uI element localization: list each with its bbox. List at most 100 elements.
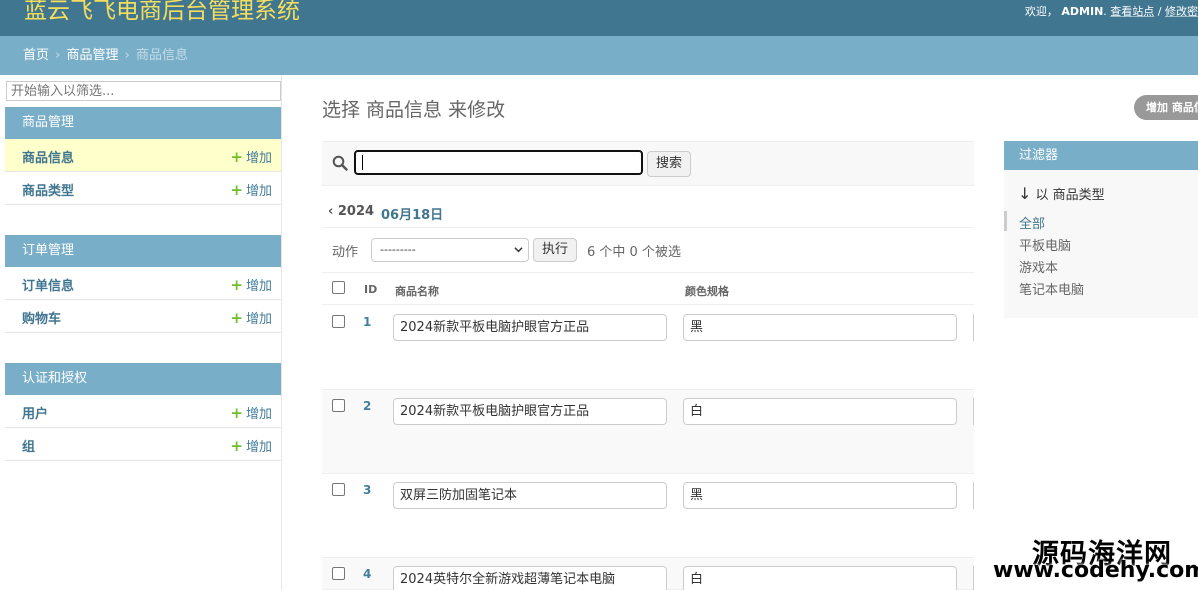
watermark-url: www.codehy.com xyxy=(993,558,1198,583)
date-hierarchy: ‹ 2024 06月18日 xyxy=(322,186,974,228)
module-order: 订单管理 订单信息 + 增加 购物车 + 增加 xyxy=(5,235,281,333)
model-link[interactable]: 用户 xyxy=(22,403,48,422)
product-name-field[interactable]: 双屏三防加固笔记本 xyxy=(393,482,667,509)
filter-option-gaming[interactable]: 游戏本 xyxy=(1019,257,1058,276)
column-color[interactable]: 颜色规格 xyxy=(685,283,729,299)
product-name-field[interactable]: 2024新款平板电脑护眼官方正品 xyxy=(393,398,667,425)
breadcrumb-app[interactable]: 商品管理 xyxy=(67,48,119,63)
model-link[interactable]: 订单信息 xyxy=(22,275,74,294)
filter-title: 过滤器 xyxy=(1004,141,1198,170)
add-link[interactable]: + 增加 xyxy=(230,403,272,422)
user-tools: 欢迎， ADMIN. 查看站点 / 修改密 xyxy=(1024,5,1198,18)
filter-option-tablet[interactable]: 平板电脑 xyxy=(1019,235,1071,254)
filter-panel: 过滤器 ↓ 以 商品类型 全部 平板电脑 游戏本 笔记本电脑 xyxy=(1004,141,1198,318)
row-checkbox[interactable] xyxy=(332,315,345,328)
row-checkbox[interactable] xyxy=(332,483,345,496)
date-back-link[interactable]: ‹ 2024 xyxy=(328,204,374,219)
action-select-value: --------- xyxy=(380,243,416,256)
plus-icon: + xyxy=(230,148,243,166)
sidebar-item-groups: 组 + 增加 xyxy=(5,428,281,461)
color-spec-field[interactable]: 白 xyxy=(683,566,957,590)
module-auth: 认证和授权 用户 + 增加 组 + 增加 xyxy=(5,363,281,461)
color-spec-field[interactable]: 白 xyxy=(683,398,957,425)
action-label: 动作 xyxy=(332,245,359,260)
product-name-field[interactable]: 2024新款平板电脑护眼官方正品 xyxy=(393,314,667,341)
breadcrumb-separator: › xyxy=(55,48,61,63)
add-product-button[interactable]: 增加 商品信息 xyxy=(1134,95,1198,120)
module-caption[interactable]: 商品管理 xyxy=(5,107,281,139)
table-row: 1 2024新款平板电脑护眼官方正品 黑 xyxy=(322,306,974,390)
breadcrumb-current: 商品信息 xyxy=(136,48,189,63)
header: 蓝云飞飞电商后台管理系统 欢迎， ADMIN. 查看站点 / 修改密 xyxy=(0,0,1198,36)
next-field-edge xyxy=(973,314,974,341)
search-input[interactable] xyxy=(354,150,643,175)
search-toolbar: 搜索 xyxy=(322,141,974,186)
sidebar-item-cart: 购物车 + 增加 xyxy=(5,300,281,333)
go-button[interactable]: 执行 xyxy=(533,238,577,262)
table-row: 3 双屏三防加固笔记本 黑 xyxy=(322,474,974,558)
filter-selected-marker xyxy=(1004,211,1007,231)
next-field-edge xyxy=(973,482,974,509)
row-id-link[interactable]: 3 xyxy=(363,483,371,497)
add-link[interactable]: + 增加 xyxy=(230,147,272,166)
module-caption[interactable]: 认证和授权 xyxy=(5,363,281,395)
welcome-text: 欢迎， xyxy=(1024,5,1058,18)
search-button[interactable]: 搜索 xyxy=(647,151,691,177)
nav-filter-input[interactable] xyxy=(6,81,281,101)
color-spec-field[interactable]: 黑 xyxy=(683,482,957,509)
row-id-link[interactable]: 4 xyxy=(363,567,371,581)
table-row: 4 2024英特尔全新游戏超薄笔记本电脑 白 xyxy=(322,558,974,590)
sidebar-item-product-info: 商品信息 + 增加 xyxy=(5,139,281,172)
breadcrumb-separator: › xyxy=(124,48,130,63)
column-id[interactable]: ID xyxy=(364,283,377,296)
plus-icon: + xyxy=(230,404,243,422)
table-header: ID 商品名称 颜色规格 xyxy=(322,273,974,305)
username: ADMIN xyxy=(1061,5,1104,18)
add-link[interactable]: + 增加 xyxy=(230,180,272,199)
module-caption[interactable]: 订单管理 xyxy=(5,235,281,267)
module-product: 商品管理 商品信息 + 增加 商品类型 + 增加 xyxy=(5,107,281,205)
action-counter: 6 个中 0 个被选 xyxy=(587,245,681,260)
sidebar-item-users: 用户 + 增加 xyxy=(5,395,281,428)
sidebar-item-order-info: 订单信息 + 增加 xyxy=(5,267,281,300)
site-title[interactable]: 蓝云飞飞电商后台管理系统 xyxy=(24,0,300,25)
model-link[interactable]: 购物车 xyxy=(22,308,61,327)
main-content: 选择 商品信息 来修改 搜索 ‹ 2024 06月18日 动作 --------… xyxy=(322,75,974,590)
page-title: 选择 商品信息 来修改 xyxy=(322,99,506,121)
filter-heading: ↓ 以 商品类型 xyxy=(1018,184,1105,203)
row-checkbox[interactable] xyxy=(332,399,345,412)
breadcrumb: 首页 › 商品管理 › 商品信息 xyxy=(0,36,1198,75)
sidebar-item-product-type: 商品类型 + 增加 xyxy=(5,172,281,205)
action-select[interactable]: --------- xyxy=(371,238,529,262)
color-spec-field[interactable]: 黑 xyxy=(683,314,957,341)
view-site-link[interactable]: 查看站点 xyxy=(1110,5,1154,18)
row-checkbox[interactable] xyxy=(332,567,345,580)
actions-bar: 动作 --------- 执行 6 个中 0 个被选 xyxy=(322,228,974,273)
change-password-link[interactable]: 修改密 xyxy=(1165,5,1198,18)
plus-icon: + xyxy=(230,181,243,199)
product-name-field[interactable]: 2024英特尔全新游戏超薄笔记本电脑 xyxy=(393,566,667,590)
add-link[interactable]: + 增加 xyxy=(230,436,272,455)
chevron-down-icon xyxy=(514,247,523,253)
select-all-checkbox[interactable] xyxy=(332,281,345,294)
model-link[interactable]: 组 xyxy=(22,436,35,455)
filter-option-all[interactable]: 全部 xyxy=(1019,213,1045,232)
add-link[interactable]: + 增加 xyxy=(230,275,272,294)
row-id-link[interactable]: 2 xyxy=(363,399,371,413)
search-icon xyxy=(332,155,348,171)
model-link[interactable]: 商品信息 xyxy=(22,147,74,166)
column-name[interactable]: 商品名称 xyxy=(395,283,439,299)
plus-icon: + xyxy=(230,309,243,327)
user-tools-separator: / xyxy=(1157,5,1162,18)
arrow-down-icon: ↓ xyxy=(1018,184,1032,203)
add-link[interactable]: + 增加 xyxy=(230,308,272,327)
filter-option-laptop[interactable]: 笔记本电脑 xyxy=(1019,279,1084,298)
plus-icon: + xyxy=(230,437,243,455)
table-row: 2 2024新款平板电脑护眼官方正品 白 xyxy=(322,390,974,474)
plus-icon: + xyxy=(230,276,243,294)
breadcrumb-home[interactable]: 首页 xyxy=(23,48,49,63)
date-current[interactable]: 06月18日 xyxy=(381,204,443,223)
sidebar: 商品管理 商品信息 +增加 商品类型 +增加 订单管理 订单信息 +增加 购物车… xyxy=(5,75,282,590)
model-link[interactable]: 商品类型 xyxy=(22,180,74,199)
row-id-link[interactable]: 1 xyxy=(363,315,371,329)
